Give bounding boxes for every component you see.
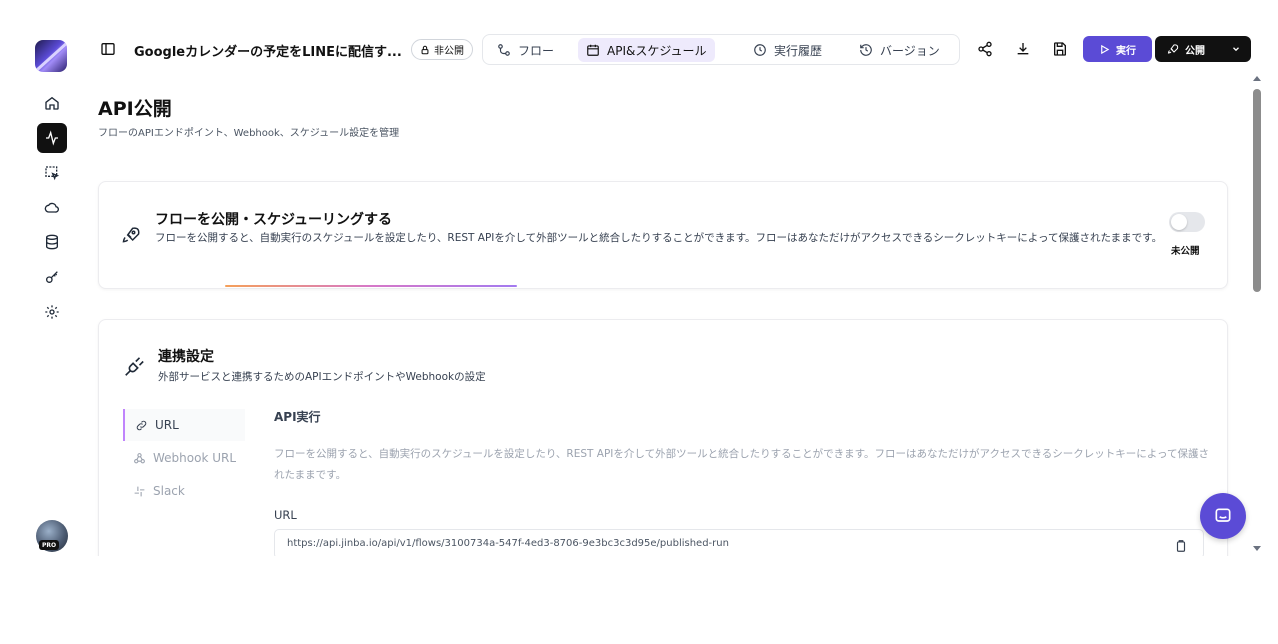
link-icon <box>136 420 147 430</box>
plan-badge: PRO <box>39 540 59 550</box>
api-execution-title: API実行 <box>274 410 321 424</box>
publish-status-label: 未公開 <box>1171 246 1200 257</box>
visibility-badge[interactable]: 非公開 <box>411 39 473 60</box>
plug-icon <box>125 357 144 376</box>
integration-nav-slack-label: Slack <box>153 484 185 498</box>
sidebar-toggle-icon[interactable] <box>100 41 116 57</box>
publish-button-label: 公開 <box>1185 45 1205 57</box>
integration-nav-url-label: URL <box>155 418 179 432</box>
slack-icon <box>134 486 145 496</box>
tab-execution-history-label: 実行履歴 <box>774 43 823 58</box>
visibility-badge-label: 非公開 <box>434 46 464 57</box>
tab-flow[interactable]: フロー <box>489 38 562 62</box>
tab-execution-history[interactable]: 実行履歴 <box>745 38 830 62</box>
calendar-icon <box>587 44 599 56</box>
clipboard-copy-icon[interactable] <box>1174 539 1188 553</box>
rocket-icon <box>122 227 140 243</box>
app-logo[interactable] <box>35 40 67 72</box>
api-execution-description: フローを公開すると、自動実行のスケジュールを設定したり、REST APIを介して… <box>274 448 1209 481</box>
run-button-label: 実行 <box>1116 45 1136 57</box>
publish-toggle[interactable] <box>1169 212 1205 232</box>
tab-api-schedule[interactable]: API&スケジュール <box>578 38 715 62</box>
history-icon <box>860 44 872 56</box>
lock-icon <box>421 45 429 54</box>
integration-card: 連携設定 外部サービスと連携するためのAPIエンドポイントやWebhookの設定… <box>98 319 1228 556</box>
play-icon <box>1101 44 1110 54</box>
download-icon[interactable] <box>1015 41 1031 57</box>
publish-button[interactable]: 公開 <box>1155 36 1251 62</box>
tab-flow-label: フロー <box>518 43 555 58</box>
scroll-down-arrow-icon[interactable] <box>1253 546 1261 551</box>
scroll-up-arrow-icon[interactable] <box>1253 76 1261 81</box>
rocket-icon <box>1167 44 1179 54</box>
key-icon[interactable] <box>37 262 67 292</box>
tab-api-schedule-label: API&スケジュール <box>607 43 707 58</box>
home-icon[interactable] <box>37 88 67 118</box>
tab-indicator-line <box>225 285 517 287</box>
page-title: API公開 <box>98 98 172 120</box>
tab-version[interactable]: バージョン <box>851 38 948 62</box>
api-url-field[interactable]: https://api.jinba.io/api/v1/flows/310073… <box>274 529 1204 556</box>
settings-gear-icon[interactable] <box>37 297 67 327</box>
activity-icon[interactable] <box>37 123 67 153</box>
share-icon[interactable] <box>977 41 993 57</box>
integration-card-subtitle: 外部サービスと連携するためのAPIエンドポイントやWebhookの設定 <box>158 371 486 383</box>
flow-icon <box>498 44 510 56</box>
webhook-icon <box>134 452 145 463</box>
tab-version-label: バージョン <box>880 43 940 58</box>
left-rail: PRO <box>0 0 84 556</box>
select-area-icon[interactable] <box>37 158 67 188</box>
chevron-down-icon[interactable] <box>1231 44 1241 54</box>
save-icon[interactable] <box>1052 41 1068 57</box>
run-button[interactable]: 実行 <box>1083 36 1152 62</box>
support-chat-button[interactable] <box>1200 493 1246 539</box>
cloud-icon[interactable] <box>37 193 67 223</box>
publish-card-title: フローを公開・スケジューリングする <box>155 212 393 228</box>
integration-nav-webhook-label: Webhook URL <box>153 451 237 465</box>
integration-card-title: 連携設定 <box>158 349 214 365</box>
integration-nav-slack[interactable]: Slack <box>123 475 245 507</box>
integration-nav-url[interactable]: URL <box>123 409 245 441</box>
page-subtitle: フローのAPIエンドポイント、Webhook、スケジュール設定を管理 <box>98 128 400 139</box>
chat-icon <box>1215 508 1231 522</box>
flow-title[interactable]: Googleカレンダーの予定をLINEに配信す... <box>134 41 402 60</box>
url-label: URL <box>274 508 297 522</box>
tab-bar: フロー API&スケジュール 実行履歴 バージョン <box>482 34 960 65</box>
integration-nav-webhook[interactable]: Webhook URL <box>123 442 245 474</box>
scrollbar-thumb[interactable] <box>1253 89 1261 292</box>
publish-card-description: フローを公開すると、自動実行のスケジュールを設定したり、REST APIを介して… <box>155 232 1163 244</box>
database-icon[interactable] <box>37 227 67 257</box>
clock-icon <box>754 44 766 56</box>
top-header: Googleカレンダーの予定をLINEに配信す... 非公開 フロー API&ス… <box>84 30 1278 68</box>
app-window: PRO Googleカレンダーの予定をLINEに配信す... 非公開 フロー A… <box>0 0 1278 556</box>
publish-card: フローを公開・スケジューリングする フローを公開すると、自動実行のスケジュールを… <box>98 181 1228 289</box>
